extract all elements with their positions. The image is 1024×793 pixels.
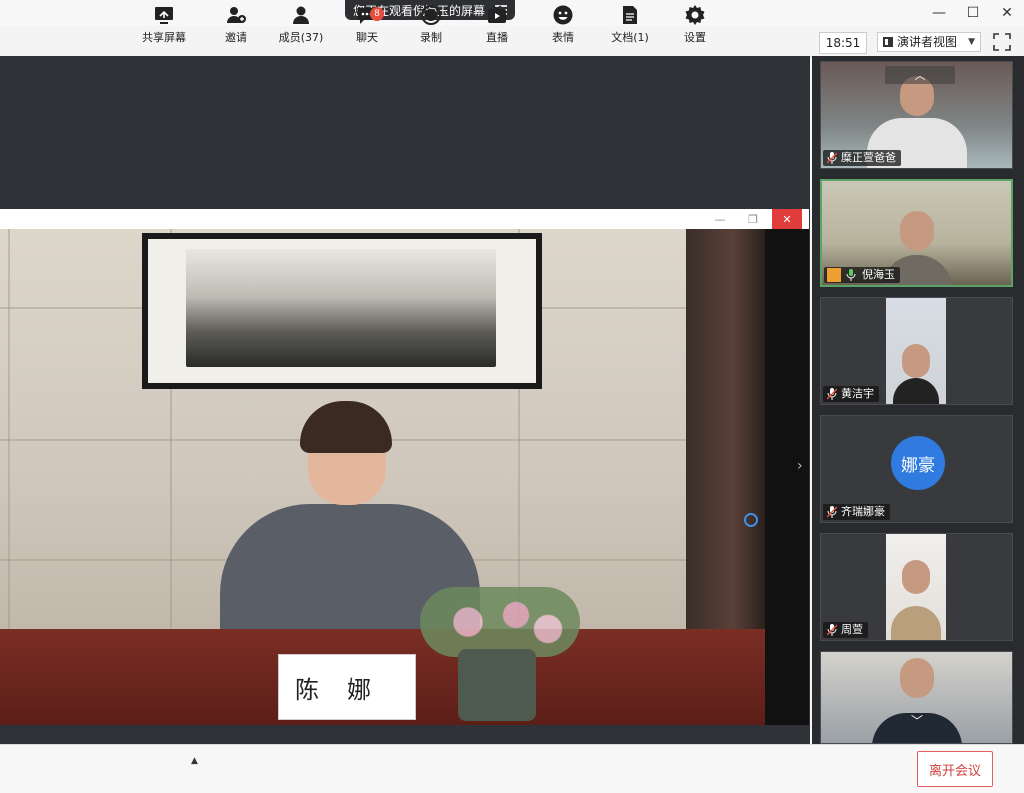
participant-body — [893, 378, 939, 404]
main-stage: — ❐ ✕ 陈娜 › — [0, 56, 810, 744]
shared-close-icon: ✕ — [772, 209, 802, 229]
presenter-view-icon — [883, 37, 893, 47]
chat-icon-wrap: 8 — [356, 4, 384, 29]
chevron-right-icon[interactable]: › — [797, 458, 803, 474]
share-screen-icon — [155, 6, 173, 24]
wall-line — [8, 229, 10, 649]
bottom-toolbar — [0, 744, 1024, 793]
participant-head — [902, 344, 930, 378]
participant-video — [886, 534, 946, 640]
participant-head — [899, 658, 934, 698]
live-icon — [488, 4, 506, 23]
invite-icon — [227, 6, 246, 23]
shared-minimize-icon: — — [714, 212, 726, 226]
painting-mat — [148, 239, 536, 383]
participant-tile[interactable]: 黄洁宇 — [820, 297, 1013, 405]
participant-tile[interactable]: 娜豪 齐瑞娜豪 — [820, 415, 1013, 523]
mic-muted-icon — [827, 624, 837, 636]
participant-tile[interactable]: 周萱 — [820, 533, 1013, 641]
participant-tile-active[interactable]: 倪海玉 — [820, 179, 1013, 287]
participant-name-label: 齐瑞娜豪 — [823, 504, 890, 520]
chevron-down-icon[interactable]: ﹀ — [911, 712, 923, 729]
gear-icon — [685, 4, 705, 25]
shared-video: 陈娜 — [0, 229, 765, 725]
nameplate: 陈娜 — [278, 654, 416, 720]
share-screen-button[interactable]: 共享屏幕 — [142, 0, 186, 48]
participant-head — [899, 211, 934, 251]
docs-button[interactable]: 文档(1) — [608, 0, 652, 48]
mic-icon — [846, 269, 856, 281]
meeting-clock: 18:51 — [819, 32, 867, 54]
record-icon — [421, 4, 441, 25]
participant-body — [891, 606, 941, 640]
cursor-ring-icon — [744, 513, 758, 527]
participant-name-label: 倪海玉 — [824, 267, 900, 283]
flowers — [420, 587, 580, 657]
maximize-button[interactable]: ☐ — [956, 0, 990, 26]
caret-up-icon[interactable]: ▲ — [191, 756, 198, 766]
leave-meeting-button[interactable]: 离开会议 — [917, 751, 993, 787]
participant-name-label: 周萱 — [823, 622, 868, 638]
live-button[interactable]: 直播 — [480, 0, 514, 48]
settings-button[interactable]: 设置 — [678, 0, 712, 48]
close-button[interactable]: ✕ — [990, 0, 1024, 26]
record-button[interactable]: 录制 — [414, 0, 448, 48]
members-button[interactable]: 成员(37) — [278, 0, 324, 48]
chevron-down-icon: ▼ — [968, 37, 975, 47]
painting-image — [186, 249, 496, 367]
scroll-up-button[interactable]: ︿ — [885, 66, 955, 84]
door — [686, 229, 765, 649]
mic-muted-icon — [827, 506, 837, 518]
chat-unread-badge: 8 — [370, 6, 384, 21]
participant-tile[interactable]: ﹀ — [820, 651, 1013, 744]
mic-muted-icon — [827, 152, 837, 164]
document-icon — [623, 5, 637, 24]
shared-window: — ❐ ✕ 陈娜 — [0, 209, 809, 725]
minimize-button[interactable]: — — [922, 0, 956, 26]
view-mode-dropdown[interactable]: 演讲者视图 ▼ — [877, 32, 981, 52]
view-mode-label: 演讲者视图 — [897, 35, 958, 49]
participant-name-label: 糜正萱爸爸 — [823, 150, 901, 166]
emoji-icon — [553, 5, 573, 24]
landscape-painting — [142, 233, 542, 389]
invite-button[interactable]: 邀请 — [216, 0, 256, 48]
participant-video — [821, 652, 1012, 743]
participant-name-label: 黄洁宇 — [823, 386, 879, 402]
shared-restore-icon: ❐ — [748, 212, 758, 226]
vase — [458, 649, 536, 721]
participant-video — [886, 298, 946, 404]
fullscreen-icon[interactable] — [991, 31, 1013, 53]
participant-avatar: 娜豪 — [891, 436, 945, 490]
members-icon — [293, 6, 309, 24]
participant-head — [902, 560, 930, 594]
window-controls: — ☐ ✕ — [922, 0, 1024, 26]
presenter-icon — [827, 268, 841, 282]
participant-tile[interactable]: ︿ 糜正萱爸爸 — [820, 61, 1013, 169]
chat-button[interactable]: 8 聊天 — [350, 0, 384, 48]
emoji-button[interactable]: 表情 — [546, 0, 580, 48]
shared-window-titlebar: — ❐ ✕ — [0, 209, 809, 229]
mic-muted-icon — [827, 388, 837, 400]
